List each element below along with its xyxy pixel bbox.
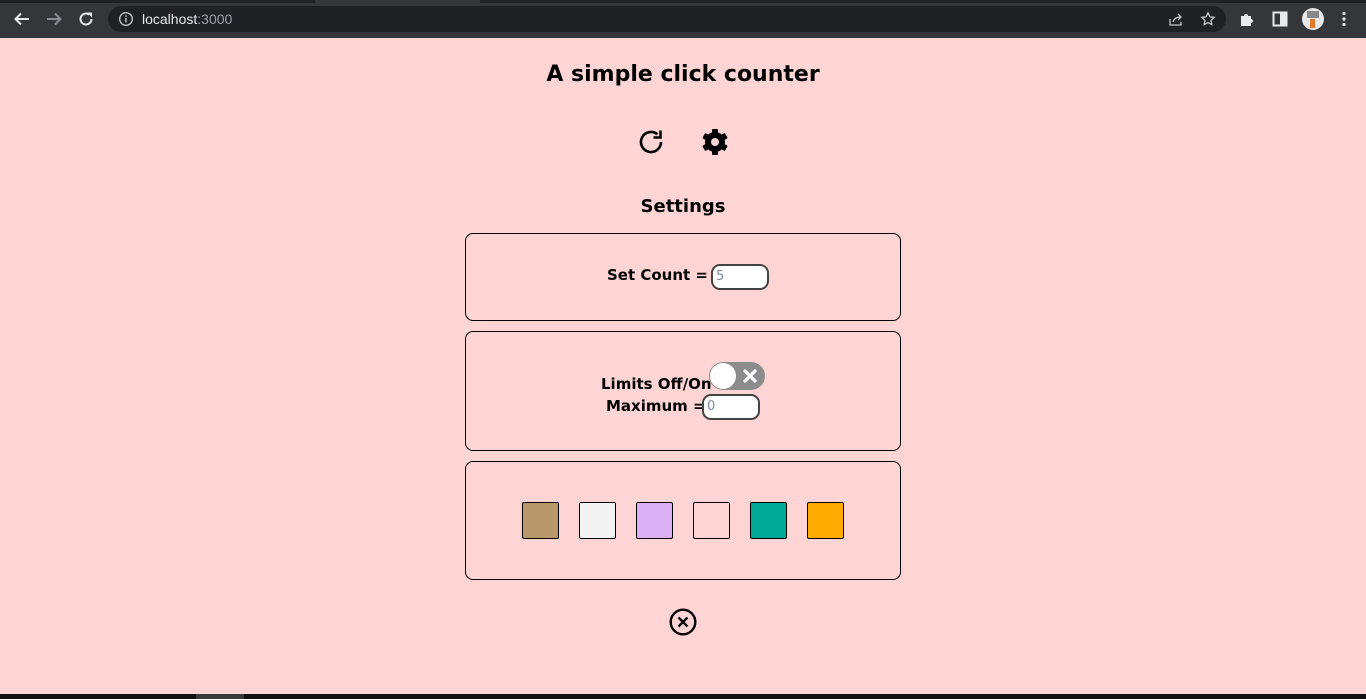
theme-swatch-light-gray[interactable]: [579, 502, 616, 539]
info-icon[interactable]: [118, 11, 134, 27]
theme-swatch-tan[interactable]: [522, 502, 559, 539]
set-count-label: Set Count =: [607, 266, 709, 284]
side-panel-icon[interactable]: [1270, 9, 1290, 29]
set-count-placeholder: 5: [716, 269, 725, 284]
toggle-off-x-icon: [743, 369, 757, 383]
settings-button[interactable]: [699, 126, 731, 158]
puzzle-icon[interactable]: [1238, 9, 1258, 29]
reload-button[interactable]: [75, 8, 97, 30]
gear-icon: [702, 129, 728, 155]
address-bar[interactable]: localhost:3000: [108, 6, 1226, 32]
avatar[interactable]: [1302, 8, 1324, 30]
star-icon[interactable]: [1200, 11, 1216, 27]
url-text[interactable]: localhost:3000: [142, 11, 232, 27]
theme-card: [465, 461, 901, 580]
toggle-knob: [710, 363, 736, 389]
page-title: A simple click counter: [546, 62, 820, 87]
taskbar-edge: [0, 694, 1366, 699]
share-icon[interactable]: [1168, 11, 1184, 27]
limits-toggle[interactable]: [709, 362, 765, 390]
reload-icon: [79, 12, 93, 26]
back-button[interactable]: [11, 8, 33, 30]
maximum-label: Maximum =: [606, 397, 706, 415]
maximum-input[interactable]: 0: [702, 394, 760, 420]
forward-button[interactable]: [43, 8, 65, 30]
set-count-input[interactable]: 5: [711, 264, 769, 290]
back-arrow-icon: [14, 12, 29, 26]
kebab-menu-icon[interactable]: [1334, 9, 1354, 29]
theme-swatch-teal[interactable]: [750, 502, 787, 539]
tab-strip-edge: [0, 0, 1366, 3]
reset-icon: [639, 130, 663, 154]
theme-swatch-orange[interactable]: [807, 502, 844, 539]
browser-toolbar: localhost:3000: [0, 0, 1366, 38]
limits-toggle-label: Limits Off/On: [601, 375, 712, 393]
reset-button[interactable]: [635, 126, 667, 158]
theme-swatch-pink[interactable]: [693, 502, 730, 539]
set-count-card: Set Count = 5: [465, 233, 901, 321]
settings-heading: Settings: [640, 196, 726, 217]
url-port: :3000: [197, 11, 233, 27]
theme-swatch-lavender[interactable]: [636, 502, 673, 539]
maximum-placeholder: 0: [707, 399, 716, 414]
limits-card: Limits Off/On Maximum = 0: [465, 331, 901, 451]
forward-arrow-icon: [47, 12, 62, 26]
close-circle-icon[interactable]: [669, 608, 697, 636]
url-host: localhost: [142, 11, 198, 27]
active-tab-edge: [315, 0, 480, 3]
app-page: A simple click counter Settings Set Coun…: [0, 38, 1366, 694]
